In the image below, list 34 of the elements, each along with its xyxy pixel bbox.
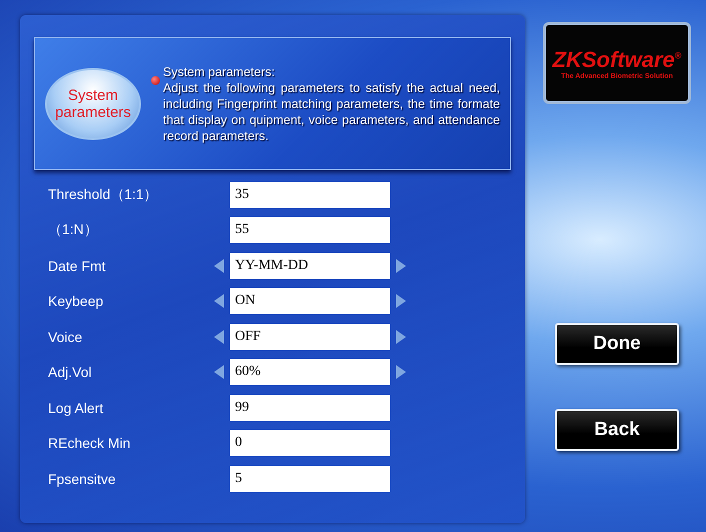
bullet-icon: [151, 76, 160, 84]
right-arrow-icon[interactable]: [396, 330, 406, 344]
banner-title: System parameters:: [163, 64, 276, 80]
option-selector[interactable]: 60%: [230, 359, 390, 386]
action-button[interactable]: Back: [555, 409, 679, 451]
right-arrow-icon[interactable]: [396, 294, 406, 308]
option-selector[interactable]: YY-MM-DD: [230, 252, 390, 279]
left-arrow-icon[interactable]: [214, 365, 224, 380]
action-button[interactable]: Done: [555, 323, 679, 365]
right-arrow-icon[interactable]: [396, 258, 406, 273]
option-selector[interactable]: ON: [230, 288, 390, 314]
banner-description: Adjust the following parameters to satisfy the actual need, including Fingerprint matching parameters, the time formate that display on quipment, voice parameters, and attendance record parameters.: [163, 80, 500, 144]
registered-mark: ®: [674, 50, 682, 60]
left-arrow-icon[interactable]: [214, 258, 224, 273]
field-label: Keybeep: [47, 293, 104, 310]
field-label: （1:N）: [47, 221, 99, 240]
input-field[interactable]: 99: [230, 394, 390, 421]
input-field[interactable]: 0: [230, 430, 390, 456]
speech-bubble-badge: System parameters: [45, 68, 141, 140]
logo-name: ZKSoftware: [552, 46, 675, 72]
field-label: Log Alert: [47, 400, 104, 416]
right-arrow-icon[interactable]: [396, 365, 406, 380]
field-label: REcheck Min: [47, 435, 132, 452]
field-label: Threshold（1:1）: [47, 186, 159, 204]
input-field[interactable]: 35: [230, 182, 390, 208]
left-arrow-icon[interactable]: [214, 294, 224, 308]
input-field[interactable]: 5: [230, 466, 390, 492]
field-label: Date Fmt: [47, 258, 107, 274]
field-label: Fpsensitve: [47, 470, 117, 487]
left-arrow-icon[interactable]: [214, 330, 224, 344]
field-label: Voice: [47, 328, 84, 345]
input-field[interactable]: 55: [230, 217, 390, 244]
field-label: Adj.Vol: [47, 364, 93, 380]
option-selector[interactable]: OFF: [230, 324, 390, 350]
